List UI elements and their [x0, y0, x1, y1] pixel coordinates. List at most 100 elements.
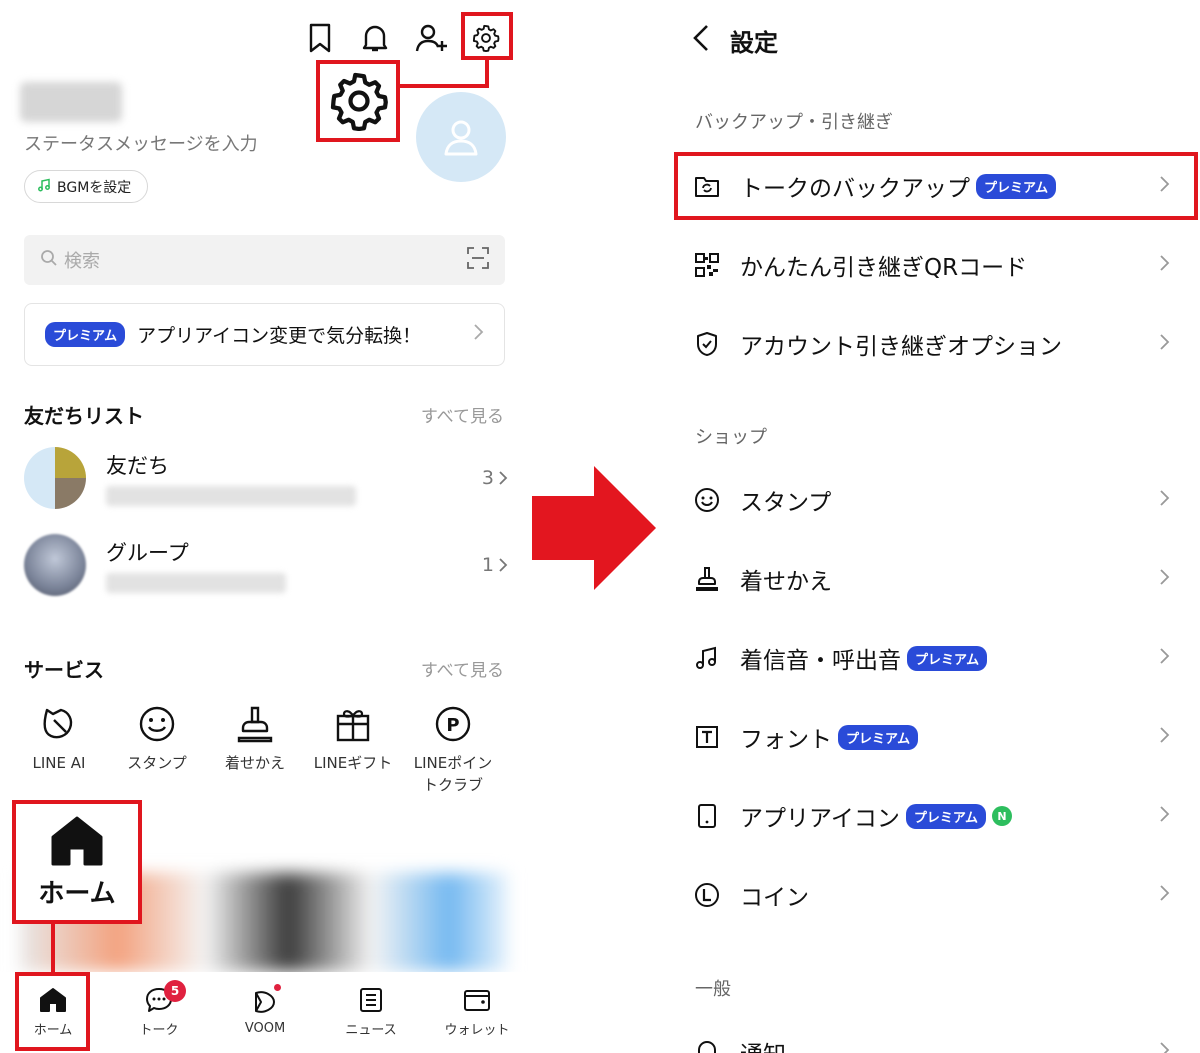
- chevron-right-icon: [499, 471, 508, 485]
- talk-unread-badge: 5: [164, 980, 186, 1002]
- friends-list-title: 友だちリスト: [24, 404, 144, 428]
- settings-row-easy-transfer-qr[interactable]: かんたん引き継ぎQRコード: [692, 235, 1170, 295]
- friends-row[interactable]: 友だち 3: [24, 446, 508, 510]
- home-zoom-callout: ホーム: [12, 800, 142, 924]
- chevron-right-icon: [1158, 254, 1170, 276]
- chevron-right-icon: [1158, 647, 1170, 669]
- news-icon: [360, 988, 382, 1012]
- premium-badge: プレミアム: [838, 724, 919, 750]
- profile-name-blurred: [20, 82, 122, 122]
- bell-icon: [692, 1037, 722, 1053]
- add-friend-icon[interactable]: [412, 18, 452, 58]
- groups-row[interactable]: グループ 1: [24, 533, 508, 597]
- chevron-right-icon: [1158, 1041, 1170, 1053]
- groups-names-blurred: [106, 573, 286, 593]
- gear-zoom-highlight-box: [316, 60, 400, 142]
- section-shop-title: ショップ: [695, 427, 767, 448]
- gear-highlight-box: [461, 12, 513, 60]
- settings-header: 設定: [692, 20, 778, 60]
- premium-badge: プレミアム: [905, 803, 986, 829]
- nav-news[interactable]: ニュース: [318, 972, 424, 1053]
- groups-label: グループ: [106, 541, 189, 565]
- settings-row-account-transfer[interactable]: アカウント引き継ぎオプション: [692, 314, 1170, 374]
- home-screen: ステータスメッセージを入力 BGMを設定 検索 プレミアム アプリアイコン変更で…: [0, 0, 530, 1053]
- brush-icon: [237, 706, 273, 743]
- home-nav-highlight-box: [15, 972, 90, 1051]
- settings-screen: 設定 バックアップ・引き継ぎ トークのバックアップ プレミアム かんたん引き継ぎ…: [670, 0, 1200, 1053]
- service-line-gift[interactable]: LINEギフト: [304, 704, 402, 796]
- friends-count: 3: [482, 467, 508, 489]
- chevron-right-icon: [1158, 726, 1170, 748]
- service-line-ai[interactable]: LINE AI: [10, 704, 108, 796]
- bgm-button[interactable]: BGMを設定: [24, 170, 149, 203]
- search-icon: [40, 249, 58, 272]
- home-icon: [51, 816, 103, 865]
- qr-code-icon: [692, 250, 722, 280]
- talk-backup-highlight-box: [674, 152, 1198, 220]
- services-row: LINE AI スタンプ 着せかえ LINEギフト P LINEポイントクラブ: [10, 704, 504, 796]
- nav-voom[interactable]: VOOM: [212, 972, 318, 1053]
- right-arrow-icon: [532, 466, 660, 594]
- wallet-icon: [464, 990, 490, 1011]
- settings-row-stamps[interactable]: スタンプ: [692, 470, 1170, 530]
- profile-avatar[interactable]: [416, 92, 506, 182]
- svg-text:P: P: [446, 715, 459, 736]
- gear-connector-horizontal: [396, 84, 489, 88]
- chevron-right-icon: [472, 323, 484, 346]
- shield-icon: [692, 329, 722, 359]
- premium-promo-banner[interactable]: プレミアム アプリアイコン変更で気分転換！: [24, 303, 505, 366]
- nav-wallet[interactable]: ウォレット: [424, 972, 530, 1053]
- services-title: サービス: [24, 658, 104, 682]
- bgm-label: BGMを設定: [57, 179, 132, 196]
- line-ai-icon: [43, 708, 73, 739]
- settings-row-themes[interactable]: 着せかえ: [692, 549, 1170, 609]
- chevron-right-icon: [1158, 884, 1170, 906]
- services-see-all-link[interactable]: すべて見る: [421, 656, 504, 681]
- friends-avatar: [24, 447, 86, 509]
- friends-names-blurred: [106, 486, 356, 506]
- section-general-title: 一般: [695, 979, 731, 1000]
- points-icon: P: [435, 706, 471, 742]
- section-backup-title: バックアップ・引き継ぎ: [695, 112, 893, 133]
- bell-icon[interactable]: [355, 18, 395, 58]
- friends-see-all-link[interactable]: すべて見る: [421, 402, 504, 427]
- page-title: 設定: [730, 28, 778, 57]
- person-icon: [444, 120, 478, 156]
- chevron-right-icon: [1158, 333, 1170, 355]
- brush-icon: [692, 564, 722, 594]
- status-message-input[interactable]: ステータスメッセージを入力: [24, 130, 258, 156]
- bookmark-icon[interactable]: [300, 18, 340, 58]
- service-line-points-club[interactable]: P LINEポイントクラブ: [402, 704, 504, 796]
- home-connector: [51, 922, 55, 974]
- premium-badge: プレミアム: [45, 322, 126, 347]
- settings-row-coins[interactable]: コイン: [692, 865, 1170, 925]
- promo-text: アプリアイコン変更で気分転換！: [137, 325, 422, 347]
- phone-icon: [692, 801, 722, 831]
- new-badge: N: [991, 806, 1012, 826]
- nav-talk[interactable]: 5 トーク: [106, 972, 212, 1053]
- chevron-right-icon: [499, 558, 508, 572]
- smiley-icon: [139, 706, 175, 742]
- chevron-right-icon: [1158, 805, 1170, 827]
- coin-icon: [692, 880, 722, 910]
- font-icon: [692, 722, 722, 752]
- settings-row-font[interactable]: フォント プレミアム: [692, 707, 1170, 767]
- group-avatar: [24, 534, 86, 596]
- settings-row-notifications[interactable]: 通知: [692, 1022, 1170, 1053]
- search-input[interactable]: 検索: [24, 235, 505, 285]
- search-placeholder: 検索: [64, 251, 100, 272]
- service-themes[interactable]: 着せかえ: [206, 704, 304, 796]
- back-arrow-icon[interactable]: [692, 23, 710, 57]
- groups-count: 1: [482, 554, 508, 576]
- voom-icon: [255, 991, 275, 1013]
- service-stamps[interactable]: スタンプ: [108, 704, 206, 796]
- gift-icon: [336, 710, 370, 742]
- chevron-right-icon: [1158, 489, 1170, 511]
- music-note-icon: [37, 178, 51, 196]
- scan-icon[interactable]: [467, 246, 489, 274]
- smiley-icon: [692, 485, 722, 515]
- friends-label: 友だち: [106, 454, 169, 478]
- settings-row-app-icon[interactable]: アプリアイコン プレミアム N: [692, 786, 1170, 846]
- settings-row-ringtones[interactable]: 着信音・呼出音 プレミアム: [692, 628, 1170, 688]
- music-icon: [692, 643, 722, 673]
